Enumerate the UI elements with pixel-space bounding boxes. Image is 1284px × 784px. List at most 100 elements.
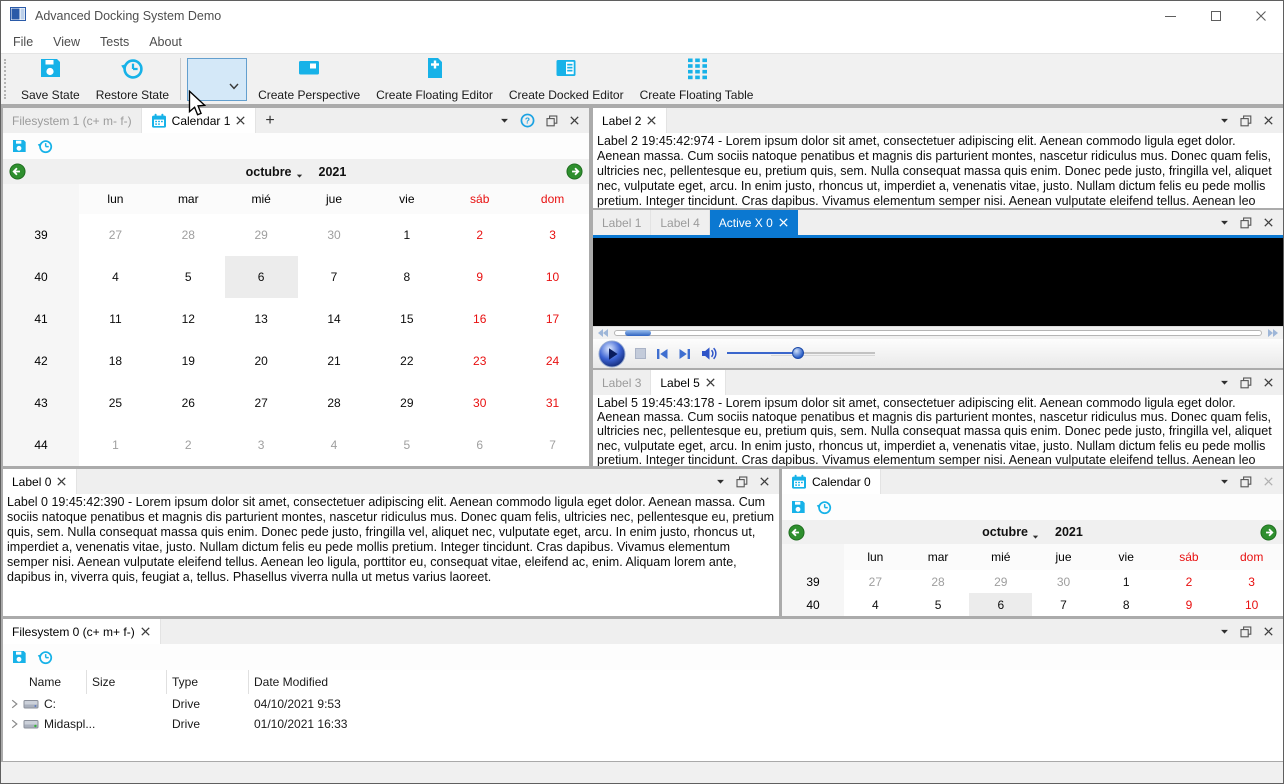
close-icon[interactable] (1263, 115, 1274, 126)
calendar-day[interactable]: 10 (1220, 593, 1283, 616)
calendar-day[interactable]: 18 (79, 340, 152, 382)
menu-arrow-icon[interactable] (500, 116, 509, 125)
tab-label-2[interactable]: Label 2 (593, 108, 668, 133)
menu-arrow-icon[interactable] (1220, 218, 1229, 227)
save-icon-button[interactable] (11, 138, 27, 154)
calendar-day[interactable]: 3 (516, 214, 589, 256)
tab-filesystem-1-c-m-f[interactable]: Filesystem 1 (c+ m- f-) (3, 108, 142, 133)
close-button[interactable] (1238, 1, 1283, 31)
undock-icon[interactable] (1240, 475, 1252, 488)
save-icon-button[interactable] (790, 499, 806, 515)
toolbar-button-create-floating-table[interactable]: Create Floating Table (632, 54, 762, 104)
close-icon[interactable] (759, 476, 770, 487)
menu-arrow-icon[interactable] (1220, 627, 1229, 636)
calendar-day[interactable]: 27 (79, 214, 152, 256)
calendar-month-button[interactable]: octubre (982, 525, 1028, 539)
help-icon[interactable]: ? (520, 113, 535, 128)
calendar-day[interactable]: 24 (516, 340, 589, 382)
tab-label-1[interactable]: Label 1 (593, 210, 652, 235)
calendar-day[interactable]: 5 (152, 256, 225, 298)
calendar-day[interactable]: 2 (443, 214, 516, 256)
tab-close-icon[interactable] (56, 476, 67, 487)
tab-close-icon[interactable] (778, 217, 789, 228)
seek-back-icon[interactable] (597, 329, 609, 337)
calendar-day[interactable]: 2 (152, 424, 225, 466)
stop-button[interactable] (635, 348, 646, 359)
undock-icon[interactable] (1240, 114, 1252, 127)
calendar-day[interactable]: 15 (370, 298, 443, 340)
column-header-type[interactable]: Type (167, 670, 249, 694)
toolbar-button-restore-state[interactable]: Restore State (88, 54, 177, 104)
maximize-button[interactable] (1193, 1, 1238, 31)
calendar-day[interactable]: 28 (907, 570, 970, 593)
calendar-day[interactable]: 13 (225, 298, 298, 340)
calendar-day[interactable]: 26 (152, 382, 225, 424)
menu-arrow-icon[interactable] (1220, 116, 1229, 125)
column-header-name[interactable]: Name (3, 670, 87, 694)
undock-icon[interactable] (1240, 625, 1252, 638)
calendar-day[interactable]: 30 (298, 214, 371, 256)
calendar-day[interactable]: 1 (1095, 570, 1158, 593)
calendar-day[interactable]: 3 (1220, 570, 1283, 593)
history-icon-button[interactable] (816, 499, 832, 515)
table-row[interactable]: Midaspl... Drive 01/10/2021 16:33 (3, 714, 1283, 734)
column-header-size[interactable]: Size (87, 670, 167, 694)
seek-slider-thumb[interactable] (624, 330, 651, 336)
calendar-day[interactable]: 4 (79, 256, 152, 298)
column-header-date-modified[interactable]: Date Modified (249, 670, 1283, 694)
calendar-day[interactable]: 21 (298, 340, 371, 382)
calendar-day[interactable]: 27 (844, 570, 907, 593)
calendar-day[interactable]: 9 (1158, 593, 1221, 616)
save-icon-button[interactable] (11, 649, 27, 665)
calendar-day[interactable]: 29 (225, 214, 298, 256)
seek-forward-icon[interactable] (1267, 329, 1279, 337)
undock-icon[interactable] (1240, 376, 1252, 389)
tab-close-icon[interactable] (140, 626, 151, 637)
calendar-day[interactable]: 28 (152, 214, 225, 256)
calendar-day[interactable]: 30 (443, 382, 516, 424)
calendar-day[interactable]: 7 (298, 256, 371, 298)
tab-label-3[interactable]: Label 3 (593, 370, 652, 395)
history-icon-button[interactable] (37, 649, 53, 665)
calendar-day[interactable]: 1 (370, 214, 443, 256)
calendar-day[interactable]: 23 (443, 340, 516, 382)
tab-calendar-0[interactable]: Calendar 0 (782, 469, 881, 494)
toolbar-button-create-floating-editor[interactable]: Create Floating Editor (368, 54, 501, 104)
calendar-day[interactable]: 4 (844, 593, 907, 616)
play-button[interactable] (598, 340, 626, 368)
calendar-day[interactable]: 25 (79, 382, 152, 424)
calendar-day[interactable]: 28 (298, 382, 371, 424)
menu-item-about[interactable]: About (139, 33, 192, 51)
undock-icon[interactable] (546, 114, 558, 127)
volume-icon[interactable] (701, 346, 718, 361)
calendar-day[interactable]: 31 (516, 382, 589, 424)
menu-arrow-icon[interactable] (716, 477, 725, 486)
calendar-day[interactable]: 11 (79, 298, 152, 340)
menu-item-file[interactable]: File (3, 33, 43, 51)
tab-close-icon[interactable] (705, 377, 716, 388)
calendar-day[interactable]: 9 (443, 256, 516, 298)
calendar-day[interactable]: 19 (152, 340, 225, 382)
menu-arrow-icon[interactable] (1220, 477, 1229, 486)
history-icon-button[interactable] (37, 138, 53, 154)
calendar-day[interactable]: 10 (516, 256, 589, 298)
new-tab-button[interactable]: + (256, 108, 283, 133)
tab-filesystem-0-c-m-f[interactable]: Filesystem 0 (c+ m+ f-) (3, 619, 161, 644)
volume-slider-thumb[interactable] (792, 347, 805, 359)
calendar-day[interactable]: 20 (225, 340, 298, 382)
calendar-day[interactable]: 4 (298, 424, 371, 466)
previous-button[interactable] (655, 348, 669, 360)
next-button[interactable] (678, 348, 692, 360)
toolbar-button-save-state[interactable]: Save State (13, 54, 88, 104)
minimize-button[interactable] (1148, 1, 1193, 31)
calendar-prev-month-button[interactable] (9, 163, 26, 180)
tab-close-icon[interactable] (646, 115, 657, 126)
undock-icon[interactable] (736, 475, 748, 488)
tab-label-5[interactable]: Label 5 (651, 370, 726, 395)
tab-label-4[interactable]: Label 4 (651, 210, 710, 235)
volume-slider[interactable] (727, 347, 875, 360)
calendar-day[interactable]: 5 (907, 593, 970, 616)
calendar-day[interactable]: 29 (969, 570, 1032, 593)
calendar-day[interactable]: 6 (969, 593, 1033, 616)
close-icon[interactable] (1263, 377, 1274, 388)
